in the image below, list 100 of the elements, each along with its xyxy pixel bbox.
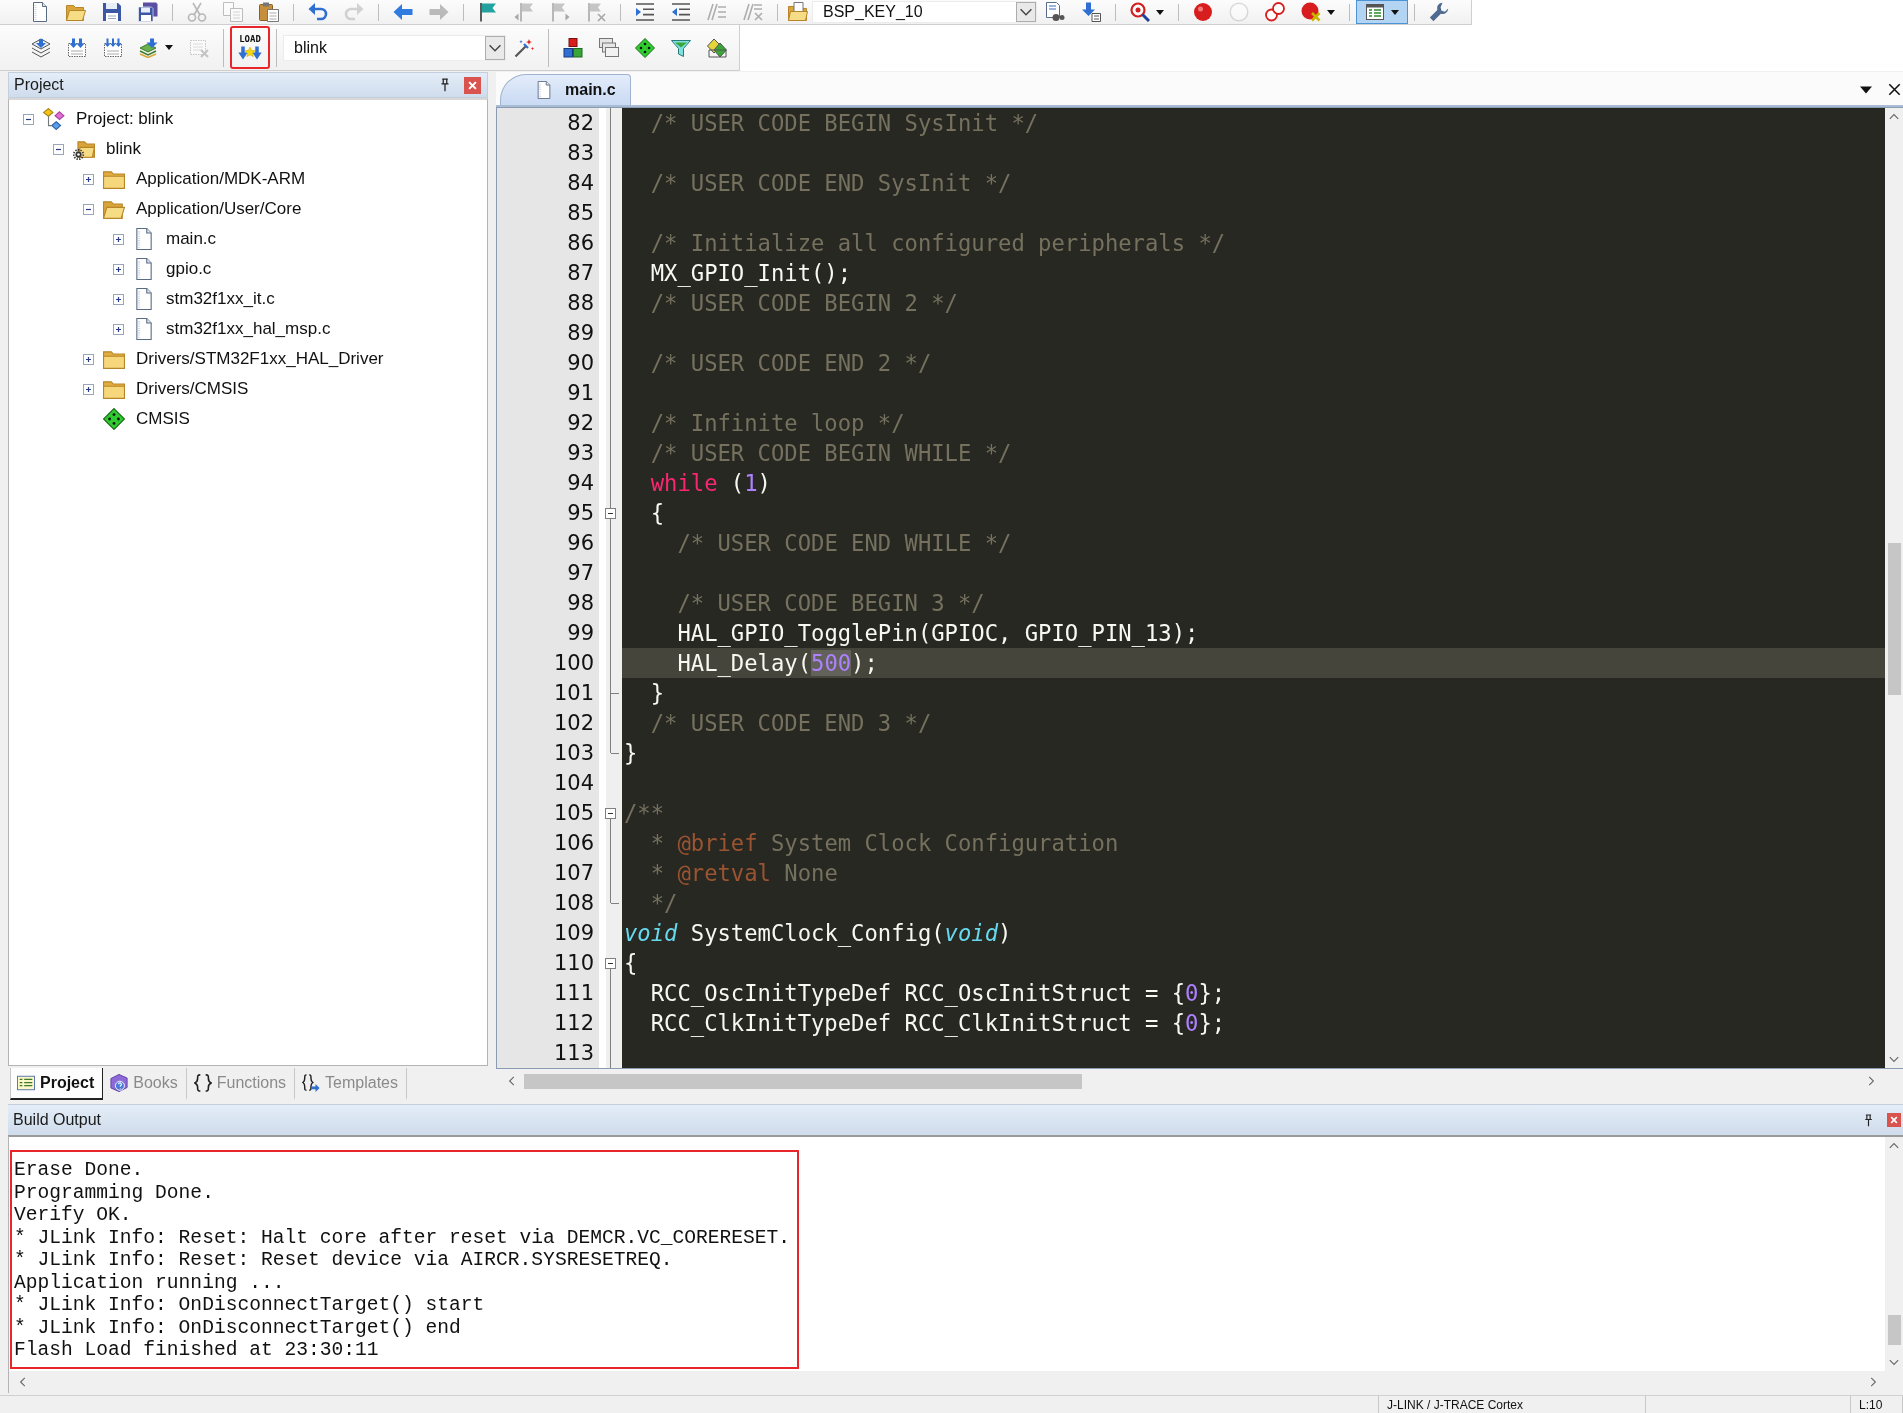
toolbar-button[interactable] bbox=[1356, 0, 1408, 24]
panel-title: Project bbox=[14, 76, 64, 94]
code-line: /* USER CODE END 2 */ bbox=[650, 349, 932, 377]
line-number: 98 bbox=[567, 591, 594, 615]
code-line: /* USER CODE BEGIN SysInit */ bbox=[650, 109, 1039, 137]
plus-box-icon[interactable] bbox=[113, 323, 124, 335]
code-line: RCC_ClkInitTypeDef RCC_ClkInitStruct = {0}; bbox=[650, 1009, 1226, 1037]
tree-item[interactable]: main.c bbox=[166, 229, 217, 249]
caret-icon bbox=[1327, 9, 1335, 15]
line-number: 90 bbox=[567, 351, 594, 375]
output-line: * JLink Info: Reset: Reset device via AIRCR.SYSRESETREQ. bbox=[14, 1249, 674, 1272]
line-number: 102 bbox=[553, 711, 594, 735]
load-button[interactable]: LOAD bbox=[232, 28, 268, 67]
plus-box-icon[interactable] bbox=[113, 233, 124, 245]
folder-gear-icon bbox=[73, 138, 95, 160]
braces-icon bbox=[193, 1074, 212, 1092]
line-number: 84 bbox=[567, 171, 594, 195]
code-line: /* Infinite loop */ bbox=[650, 409, 905, 437]
folder-icon bbox=[103, 378, 125, 400]
line-number: 93 bbox=[567, 441, 594, 465]
line-number: 87 bbox=[567, 261, 594, 285]
tree-item[interactable]: blink bbox=[106, 139, 141, 159]
output-line: Programming Done. bbox=[14, 1181, 215, 1204]
chevron-down-icon[interactable] bbox=[485, 35, 505, 60]
caret-icon bbox=[1156, 9, 1164, 15]
line-number: 109 bbox=[553, 921, 594, 945]
line-number: 95 bbox=[567, 501, 594, 525]
line-number: 82 bbox=[567, 111, 594, 135]
book-question-icon bbox=[110, 1074, 129, 1092]
collapse-icon[interactable] bbox=[604, 957, 616, 969]
caret-icon bbox=[1391, 9, 1399, 15]
file-icon bbox=[133, 318, 155, 340]
plus-box-icon[interactable] bbox=[83, 383, 94, 395]
line-number: 113 bbox=[553, 1041, 594, 1065]
tree-item[interactable]: Drivers/STM32F1xx_HAL_Driver bbox=[136, 349, 384, 369]
line-number: 112 bbox=[553, 1011, 594, 1035]
close-icon[interactable] bbox=[1888, 83, 1901, 96]
line-number: 92 bbox=[567, 411, 594, 435]
panel-title: Build Output bbox=[13, 1111, 102, 1129]
plus-box-icon[interactable] bbox=[113, 263, 124, 275]
collapse-icon[interactable] bbox=[604, 507, 616, 519]
tree-item[interactable]: Drivers/CMSIS bbox=[136, 379, 249, 399]
scrollbar-thumb[interactable] bbox=[1887, 1315, 1901, 1345]
caret-icon[interactable] bbox=[1860, 85, 1872, 94]
tree-item[interactable]: Project: blink bbox=[76, 109, 174, 129]
line-number: 106 bbox=[553, 831, 594, 855]
folder-icon bbox=[103, 348, 125, 370]
output-line: Erase Done. bbox=[14, 1159, 145, 1182]
code-line: HAL_Delay(500); bbox=[677, 649, 878, 677]
code-line: { bbox=[650, 499, 665, 527]
plus-box-icon[interactable] bbox=[83, 173, 94, 185]
code-line: /* USER CODE BEGIN WHILE */ bbox=[650, 439, 1012, 467]
collapse-icon[interactable] bbox=[604, 807, 616, 819]
list-icon bbox=[17, 1074, 35, 1092]
line-number: 104 bbox=[553, 771, 594, 795]
code-line: */ bbox=[650, 889, 678, 917]
file-icon bbox=[133, 228, 155, 250]
scrollbar-thumb[interactable] bbox=[1887, 543, 1901, 695]
open-folder-icon bbox=[103, 198, 125, 220]
file-icon bbox=[133, 258, 155, 280]
panel-tab[interactable]: Project bbox=[10, 1068, 104, 1100]
dropdown-field[interactable]: blink bbox=[283, 34, 506, 61]
line-number: 105 bbox=[553, 801, 594, 825]
minus-box-icon[interactable] bbox=[53, 143, 64, 155]
chevron-down-icon[interactable] bbox=[1016, 2, 1036, 22]
line-number: 111 bbox=[553, 981, 594, 1005]
tree-item[interactable]: gpio.c bbox=[166, 259, 212, 279]
tree-item[interactable]: Application/MDK-ARM bbox=[136, 169, 306, 189]
line-number: 107 bbox=[553, 861, 594, 885]
tree-item[interactable]: Application/User/Core bbox=[136, 199, 302, 219]
line-number: 108 bbox=[553, 891, 594, 915]
line-number: 97 bbox=[567, 561, 594, 585]
code-line: /* USER CODE END WHILE */ bbox=[677, 529, 1012, 557]
tree-item[interactable]: stm32f1xx_hal_msp.c bbox=[166, 319, 331, 339]
output-line: Application running ... bbox=[14, 1271, 286, 1294]
file-icon bbox=[133, 288, 155, 310]
output-line: * JLink Info: OnDisconnectTarget() end bbox=[14, 1316, 462, 1339]
plus-box-icon[interactable] bbox=[113, 293, 124, 305]
tree-item[interactable]: stm32f1xx_it.c bbox=[166, 289, 275, 309]
dropdown-field[interactable]: BSP_KEY_10 bbox=[812, 1, 1037, 23]
code-line: * @retval None bbox=[650, 859, 838, 887]
file-icon bbox=[535, 81, 553, 99]
scrollbar-thumb[interactable] bbox=[524, 1073, 1082, 1089]
pin-icon[interactable] bbox=[1862, 1113, 1875, 1127]
output-line: Verify OK. bbox=[14, 1204, 133, 1227]
minus-box-icon[interactable] bbox=[83, 203, 94, 215]
line-number: 100 bbox=[553, 651, 594, 675]
plus-box-icon[interactable] bbox=[83, 353, 94, 365]
line-number: 94 bbox=[567, 471, 594, 495]
code-line: * @brief System Clock Configuration bbox=[650, 829, 1119, 857]
code-line: void SystemClock_Config(void) bbox=[624, 919, 1012, 947]
output-line: Flash Load finished at 23:30:11 bbox=[14, 1339, 380, 1362]
code-line: HAL_GPIO_TogglePin(GPIOC, GPIO_PIN_13); bbox=[677, 619, 1199, 647]
folder-icon bbox=[103, 168, 125, 190]
line-number: 91 bbox=[567, 381, 594, 405]
tree-item[interactable]: CMSIS bbox=[136, 409, 190, 429]
minus-box-icon[interactable] bbox=[23, 113, 34, 125]
braces-arrow-icon bbox=[302, 1074, 321, 1092]
output-line: * JLink Info: Reset: Halt core after reset via DEMCR.VC_CORERESET. bbox=[14, 1226, 791, 1249]
file-tab[interactable]: main.c bbox=[500, 74, 631, 105]
